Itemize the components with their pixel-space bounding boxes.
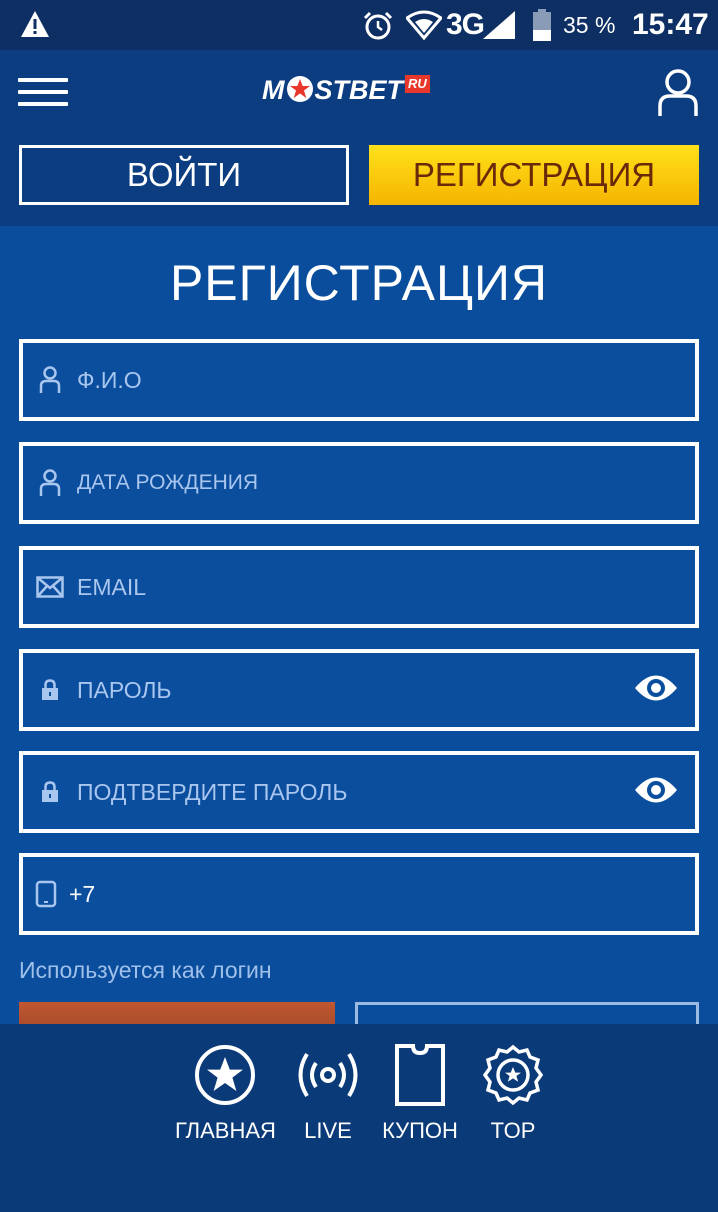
login-button[interactable]: ВОЙТИ bbox=[19, 145, 349, 205]
person-icon bbox=[23, 469, 77, 497]
lock-icon bbox=[23, 781, 77, 803]
lock-icon bbox=[23, 679, 77, 701]
app-header: M STBET RU ВОЙТИ РЕГИСТРАЦИЯ bbox=[0, 50, 718, 226]
nav-coupon-label: КУПОН bbox=[382, 1118, 458, 1143]
phone-input[interactable] bbox=[69, 857, 695, 931]
bottom-navigation: ГЛАВНАЯ LIVE КУПОН TOP bbox=[0, 1024, 718, 1212]
confirm-password-input[interactable] bbox=[77, 755, 695, 829]
hamburger-menu-icon[interactable] bbox=[18, 78, 68, 108]
eye-icon[interactable] bbox=[633, 671, 679, 705]
ticket-icon bbox=[395, 1044, 445, 1106]
logo-ru-badge: RU bbox=[405, 75, 430, 93]
status-bar: 3G 35 % 15:47 bbox=[0, 0, 718, 50]
nav-top[interactable]: TOP bbox=[482, 1044, 544, 1144]
eye-icon[interactable] bbox=[633, 773, 679, 807]
page-title: РЕГИСТРАЦИЯ bbox=[169, 255, 549, 311]
fio-input[interactable] bbox=[77, 343, 695, 417]
confirm-password-field[interactable] bbox=[19, 751, 699, 833]
wifi-icon bbox=[406, 10, 442, 40]
battery-percent: 35 % bbox=[563, 12, 616, 38]
envelope-icon bbox=[23, 576, 77, 598]
logo-word: STBET bbox=[314, 75, 404, 105]
network-type: 3G bbox=[446, 8, 485, 41]
email-input[interactable] bbox=[77, 550, 695, 624]
clock: 15:47 bbox=[632, 8, 709, 41]
battery-icon bbox=[533, 9, 551, 41]
person-icon bbox=[23, 366, 77, 394]
alarm-icon bbox=[363, 11, 393, 40]
logo-star-icon bbox=[286, 76, 313, 102]
phone-icon bbox=[23, 880, 69, 908]
nav-home[interactable]: ГЛАВНАЯ bbox=[175, 1044, 276, 1144]
phone-field[interactable] bbox=[19, 853, 699, 935]
nav-home-label: ГЛАВНАЯ bbox=[175, 1118, 276, 1143]
badge-star-icon bbox=[482, 1044, 544, 1106]
broadcast-icon bbox=[298, 1052, 358, 1098]
password-input[interactable] bbox=[77, 653, 695, 727]
email-field[interactable] bbox=[19, 546, 699, 628]
nav-live[interactable]: LIVE bbox=[296, 1044, 360, 1144]
birthdate-field[interactable] bbox=[19, 442, 699, 524]
fio-field[interactable] bbox=[19, 339, 699, 421]
star-circle-icon bbox=[195, 1045, 256, 1105]
user-profile-icon[interactable] bbox=[656, 68, 700, 118]
mostbet-logo[interactable]: M STBET RU bbox=[262, 75, 430, 111]
register-button[interactable]: РЕГИСТРАЦИЯ bbox=[369, 145, 699, 205]
nav-live-label: LIVE bbox=[304, 1118, 352, 1143]
warning-icon bbox=[21, 11, 49, 37]
phone-hint: Используется как логин bbox=[19, 957, 272, 983]
logo-letter: M bbox=[262, 75, 285, 105]
birthdate-input[interactable] bbox=[77, 446, 695, 520]
nav-coupon[interactable]: КУПОН bbox=[382, 1044, 458, 1144]
nav-top-label: TOP bbox=[490, 1118, 536, 1143]
password-field[interactable] bbox=[19, 649, 699, 731]
signal-icon bbox=[483, 11, 515, 39]
